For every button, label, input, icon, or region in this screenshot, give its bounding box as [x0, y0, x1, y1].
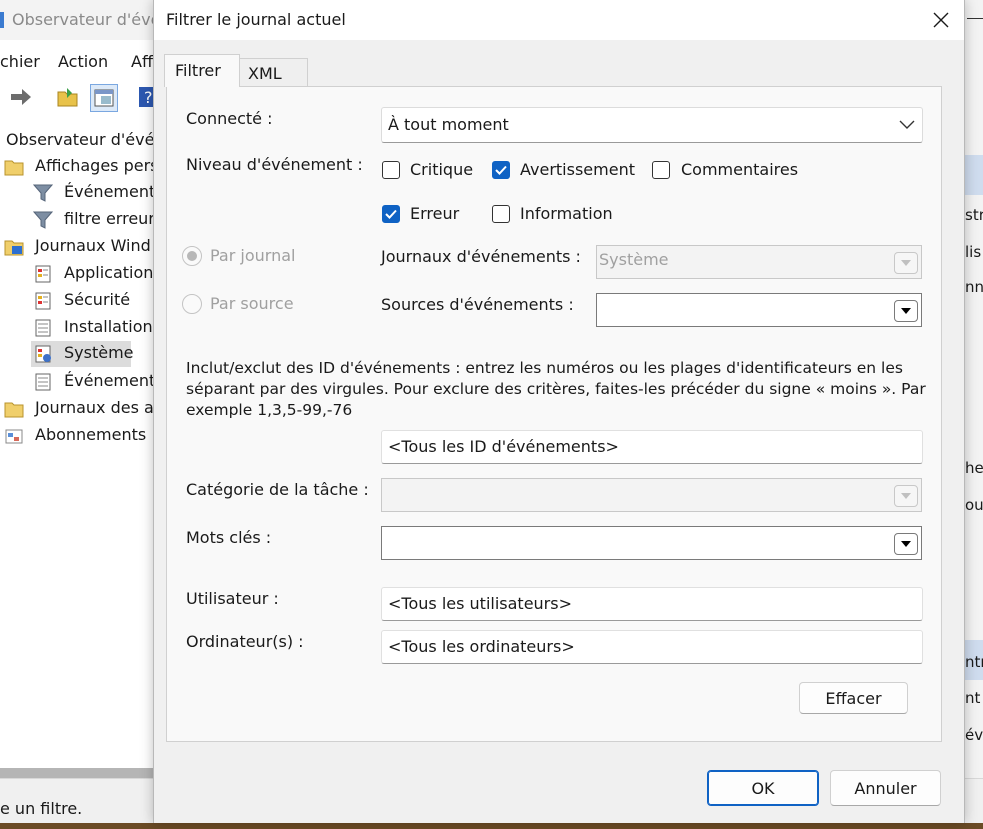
windows-logs-icon — [4, 240, 24, 256]
tree-item-system[interactable]: Système — [31, 341, 134, 367]
error-checkbox[interactable] — [382, 205, 400, 223]
properties-pane-icon[interactable] — [90, 84, 118, 112]
desktop-background — [0, 823, 983, 829]
event-sources-dropdown[interactable] — [596, 293, 922, 327]
by-log-radio[interactable] — [182, 246, 202, 266]
folder-icon — [4, 160, 24, 176]
keywords-label: Mots clés : — [186, 528, 272, 547]
verbose-checkbox[interactable] — [652, 161, 670, 179]
dropdown-arrow-icon — [894, 252, 918, 274]
event-sources-label: Sources d'événements : — [381, 295, 574, 314]
checkmark-icon — [385, 209, 397, 219]
action-fragment[interactable]: str — [965, 206, 983, 224]
computers-value: <Tous les ordinateurs> — [388, 637, 575, 656]
menu-action[interactable]: Action — [58, 52, 108, 71]
connected-label: Connecté : — [186, 109, 273, 128]
main-window-title: Observateur d'évé — [12, 10, 161, 29]
chevron-down-icon — [899, 120, 915, 129]
action-fragment[interactable]: év — [965, 726, 983, 744]
action-fragment[interactable]: nn — [965, 278, 983, 296]
menu-view[interactable]: Aff — [131, 52, 153, 71]
cancel-button-label: Annuler — [854, 779, 917, 798]
event-id-instructions: Inclut/exclut des ID d'événements : entr… — [186, 359, 926, 419]
level-label: Niveau d'événement : — [186, 155, 363, 174]
filter-icon — [33, 211, 53, 229]
toolbar: ? — [0, 80, 160, 114]
ok-button-label: OK — [751, 779, 775, 798]
information-checkbox[interactable] — [492, 205, 510, 223]
cancel-button[interactable]: Annuler — [830, 770, 941, 806]
minimize-icon[interactable] — [967, 18, 983, 19]
tab-xml[interactable]: XML — [238, 58, 308, 87]
by-source-label: Par source — [210, 294, 294, 313]
forward-arrow-icon[interactable] — [8, 84, 34, 110]
information-label: Information — [520, 204, 613, 223]
app-icon — [0, 12, 4, 28]
menu-file[interactable]: chier — [0, 52, 40, 71]
log-icon — [35, 319, 51, 337]
action-fragment[interactable]: nt — [965, 689, 980, 707]
close-button[interactable] — [924, 6, 958, 34]
task-category-label: Catégorie de la tâche : — [186, 480, 369, 499]
by-log-label: Par journal — [210, 246, 296, 265]
clear-button-label: Effacer — [825, 689, 882, 708]
user-label: Utilisateur : — [186, 589, 279, 608]
ok-button[interactable]: OK — [707, 770, 819, 806]
warning-checkbox[interactable] — [492, 161, 510, 179]
connected-value: À tout moment — [388, 115, 509, 134]
actions-pane: str lis nn her ou ntre nt év — [963, 40, 983, 778]
critical-checkbox[interactable] — [382, 161, 400, 179]
user-value: <Tous les utilisateurs> — [388, 594, 572, 613]
action-fragment[interactable]: lis — [965, 243, 981, 261]
computers-label: Ordinateur(s) : — [186, 632, 304, 651]
log-icon — [35, 292, 51, 310]
event-ids-value: <Tous les ID d'événements> — [388, 437, 619, 456]
warning-label: Avertissement — [520, 160, 635, 179]
action-fragment[interactable]: ou — [965, 496, 983, 514]
verbose-label: Commentaires — [681, 160, 799, 179]
error-label: Erreur — [410, 204, 460, 223]
task-category-dropdown[interactable] — [381, 478, 922, 512]
connected-dropdown[interactable]: À tout moment — [381, 107, 923, 143]
keywords-dropdown[interactable] — [381, 526, 922, 560]
svg-text:?: ? — [144, 88, 153, 107]
event-ids-input[interactable]: <Tous les ID d'événements> — [381, 430, 923, 464]
folder-icon — [4, 402, 24, 418]
action-fragment[interactable]: ntre — [965, 653, 983, 671]
tree-horizontal-scrollbar[interactable] — [0, 768, 155, 778]
close-icon — [933, 12, 949, 28]
subscriptions-icon — [5, 429, 23, 444]
open-folder-icon[interactable] — [55, 84, 81, 110]
log-icon — [35, 345, 51, 363]
actions-header-strip — [963, 155, 983, 195]
tab-filter[interactable]: Filtrer — [164, 54, 240, 87]
navigation-tree: Observateur d'évé Affichages pers Événem… — [4, 130, 155, 444]
clear-button[interactable]: Effacer — [799, 682, 908, 714]
event-logs-value: Système — [599, 250, 669, 269]
filter-icon — [33, 184, 53, 202]
log-icon — [35, 265, 51, 283]
checkmark-icon — [495, 165, 507, 175]
dialog-title-bar: Filtrer le journal actuel — [154, 0, 964, 40]
status-text: e un filtre. — [0, 799, 83, 818]
computers-input[interactable]: <Tous les ordinateurs> — [381, 630, 923, 664]
by-source-radio[interactable] — [182, 294, 202, 314]
critical-label: Critique — [410, 160, 474, 179]
log-icon — [35, 373, 51, 391]
tab-filter-label: Filtrer — [175, 61, 221, 80]
user-input[interactable]: <Tous les utilisateurs> — [381, 587, 923, 621]
action-fragment[interactable]: her — [965, 459, 983, 477]
tab-xml-label: XML — [248, 64, 282, 83]
dropdown-arrow-icon — [894, 300, 918, 322]
event-logs-label: Journaux d'événements : — [381, 247, 581, 266]
dialog-title: Filtrer le journal actuel — [166, 10, 346, 29]
event-logs-dropdown[interactable]: Système — [596, 245, 922, 279]
dropdown-arrow-icon — [894, 533, 918, 555]
dropdown-arrow-icon — [894, 485, 918, 507]
menu-bar: chier Action Aff — [0, 48, 160, 76]
